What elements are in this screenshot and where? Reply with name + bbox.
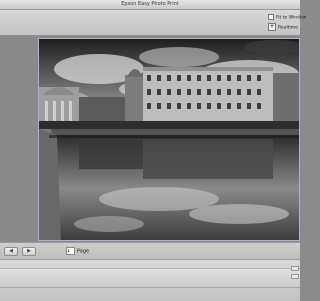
page-label: Page: [77, 248, 90, 255]
plus-icon[interactable]: +: [268, 23, 276, 31]
realtime-label: Realtime: [278, 25, 298, 31]
photo-preview[interactable]: [38, 38, 300, 241]
page-control: Page: [66, 247, 89, 256]
previous-icon: ◀: [9, 248, 13, 254]
next-button[interactable]: ▶: [22, 247, 36, 256]
photo-image: [39, 39, 299, 240]
previous-button[interactable]: ◀: [4, 247, 18, 256]
panel-divider[interactable]: [0, 268, 300, 288]
toolbar: Fit to Window + Realtime: [0, 10, 306, 36]
title-bar: Epson Easy Photo Print: [0, 0, 300, 10]
realtime-option[interactable]: + Realtime: [268, 23, 300, 31]
bottom-toolbar: ◀ ▶ Page: [0, 242, 300, 259]
fit-to-window-label: Fit to Window: [276, 15, 307, 21]
fit-to-window-checkbox[interactable]: [268, 14, 274, 20]
fit-to-window-option[interactable]: Fit to Window: [268, 14, 306, 21]
lower-panel: [0, 259, 300, 301]
page-number-input[interactable]: [66, 247, 75, 255]
side-control-top[interactable]: [291, 266, 299, 271]
side-control-bottom[interactable]: [291, 274, 299, 279]
next-icon: ▶: [27, 248, 31, 254]
window-title: Epson Easy Photo Print: [121, 1, 179, 7]
